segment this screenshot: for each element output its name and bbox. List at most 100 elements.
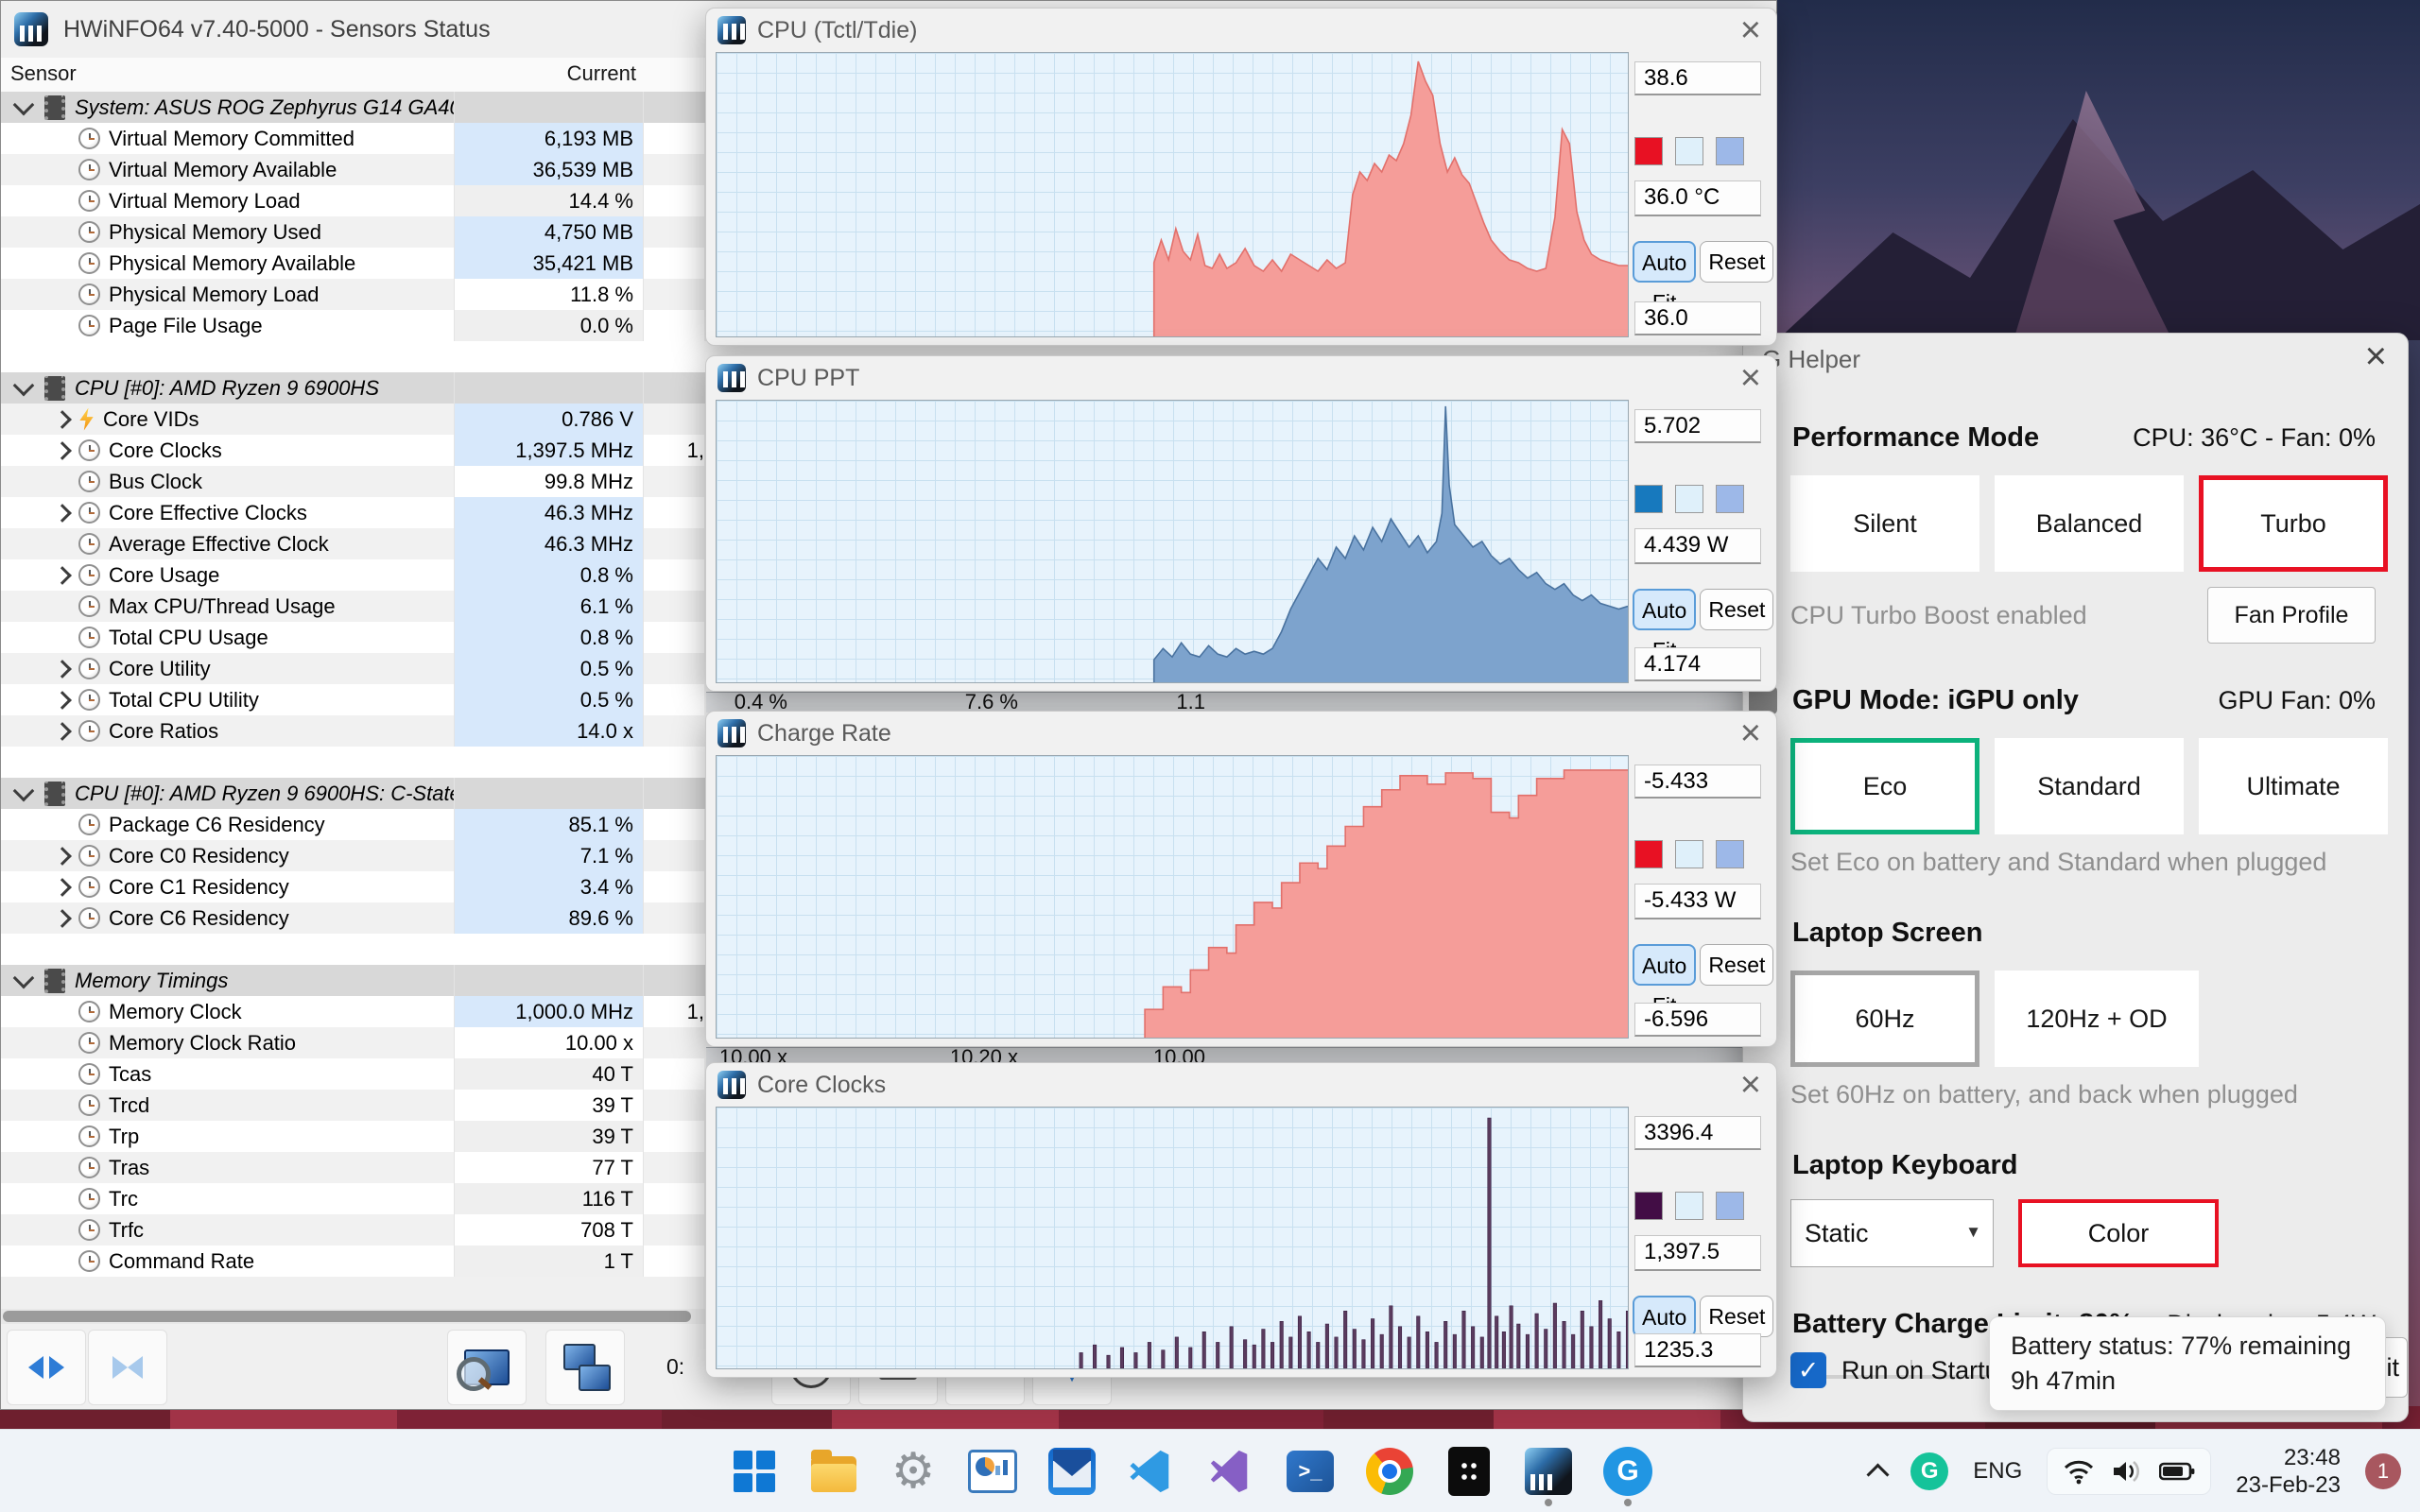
background-color-swatch[interactable] (1675, 1192, 1703, 1220)
sensor-extra-value (644, 871, 704, 902)
chevron-down-icon[interactable] (12, 780, 35, 801)
close-icon[interactable]: × (1740, 1065, 1761, 1105)
background-color-swatch[interactable] (1675, 485, 1703, 513)
reset-button[interactable]: Reset (1700, 1296, 1774, 1337)
series-color-swatch[interactable] (1634, 137, 1663, 165)
chevron-down-icon[interactable] (12, 374, 35, 396)
chrome-taskbar-icon[interactable] (1363, 1445, 1416, 1498)
graph-side-panel: 38.6 36.0 °C Auto FitReset 36.0 (1629, 56, 1774, 339)
run-on-startup-checkbox[interactable]: ✓ (1790, 1352, 1826, 1388)
chevron-right-icon[interactable] (53, 908, 72, 928)
keyboard-mode-dropdown[interactable]: Static ▼ (1790, 1199, 1994, 1267)
graph-titlebar[interactable]: Charge Rate × (706, 712, 1776, 755)
sensor-label: Virtual Memory Available (109, 158, 337, 181)
remote-app-taskbar-icon[interactable] (1443, 1445, 1495, 1498)
close-icon[interactable]: × (1740, 10, 1761, 50)
chevron-right-icon[interactable] (53, 721, 72, 741)
start-taskbar-icon[interactable] (728, 1445, 781, 1498)
auto-fit-button[interactable]: Auto Fit (1633, 944, 1697, 1018)
chevron-right-icon[interactable] (53, 565, 72, 585)
clock-icon (78, 190, 100, 212)
reset-button[interactable]: Reset (1700, 241, 1774, 283)
chevron-right-icon[interactable] (53, 409, 72, 429)
graph-titlebar[interactable]: Core Clocks × (706, 1063, 1776, 1107)
background-color-swatch[interactable] (1675, 137, 1703, 165)
auto-fit-button[interactable]: Auto Fit (1633, 1296, 1697, 1369)
option-button-eco[interactable]: Eco (1790, 738, 1979, 834)
grid-color-swatch[interactable] (1716, 485, 1744, 513)
chevron-right-icon[interactable] (53, 503, 72, 523)
chevron-down-icon[interactable] (12, 967, 35, 988)
grid-color-swatch[interactable] (1716, 1192, 1744, 1220)
mail-taskbar-icon[interactable] (1046, 1445, 1098, 1498)
option-button-balanced[interactable]: Balanced (1995, 475, 2184, 572)
sensor-label: Average Effective Clock (109, 532, 329, 556)
grid-color-swatch[interactable] (1716, 137, 1744, 165)
option-button-ultimate[interactable]: Ultimate (2199, 738, 2388, 834)
ghelper-taskbar-icon[interactable]: G (1601, 1445, 1654, 1506)
reset-button[interactable]: Reset (1700, 944, 1774, 986)
close-icon[interactable]: × (1740, 713, 1761, 753)
settings-taskbar-icon[interactable]: ⚙ (887, 1445, 940, 1498)
background-color-swatch[interactable] (1675, 840, 1703, 868)
sensor-extra-value (644, 684, 704, 715)
remote-monitoring-button[interactable] (545, 1330, 625, 1405)
screen-capture-button[interactable] (447, 1330, 527, 1405)
series-color-swatch[interactable] (1634, 840, 1663, 868)
sensor-current-value: 85.1 % (455, 809, 644, 840)
graph-plot-area[interactable] (716, 1107, 1629, 1369)
grid-color-swatch[interactable] (1716, 840, 1744, 868)
tray-status-group[interactable] (2047, 1448, 2212, 1495)
graph-plot-area[interactable] (716, 755, 1629, 1039)
graph-window-charge: Charge Rate×-5.433-5.433 WAuto FitReset-… (705, 711, 1777, 1047)
sensor-label: Physical Memory Used (109, 220, 321, 244)
graph-side-panel: 5.702 4.439 W Auto FitReset 4.174 (1629, 404, 1774, 685)
option-button-60hz[interactable]: 60Hz (1790, 971, 1979, 1067)
option-button-turbo[interactable]: Turbo (2199, 475, 2388, 572)
auto-fit-button[interactable]: Auto Fit (1633, 589, 1697, 662)
taskbar-clock[interactable]: 23:48 23-Feb-23 (2236, 1444, 2341, 1499)
system-monitor-taskbar-icon[interactable] (966, 1445, 1019, 1498)
chevron-right-icon[interactable] (53, 877, 72, 897)
graph-title: Charge Rate (757, 719, 891, 747)
grammarly-tray-icon[interactable]: G (1910, 1452, 1949, 1490)
clock-icon (78, 1219, 100, 1241)
sensor-column-header[interactable]: Sensor (10, 61, 77, 86)
chevron-down-icon[interactable] (12, 94, 35, 115)
series-color-swatch[interactable] (1634, 485, 1663, 513)
close-icon[interactable]: × (1740, 358, 1761, 398)
notification-badge[interactable]: 1 (2365, 1453, 2401, 1489)
fan-profile-button[interactable]: Fan Profile (2207, 587, 2376, 644)
scrollbar-thumb[interactable] (3, 1311, 691, 1322)
chevron-right-icon[interactable] (53, 440, 72, 460)
graph-titlebar[interactable]: CPU PPT × (706, 356, 1776, 400)
reset-button[interactable]: Reset (1700, 589, 1774, 630)
option-button-silent[interactable]: Silent (1790, 475, 1979, 572)
battery-status-line2: 9h 47min (2011, 1366, 2117, 1395)
vscode-taskbar-icon[interactable] (1125, 1445, 1178, 1498)
close-icon[interactable]: × (2365, 335, 2387, 378)
chevron-right-icon[interactable] (53, 690, 72, 710)
keyboard-color-button[interactable]: Color (2018, 1199, 2219, 1267)
current-column-header[interactable]: Current (455, 61, 636, 86)
clock-icon (78, 1001, 100, 1022)
chevron-right-icon[interactable] (53, 659, 72, 679)
file-explorer-taskbar-icon[interactable] (807, 1445, 860, 1498)
graph-plot-area[interactable] (716, 400, 1629, 683)
series-color-swatch[interactable] (1634, 1192, 1663, 1220)
hwinfo-taskbar-icon[interactable] (1522, 1445, 1575, 1506)
visual-studio-taskbar-icon[interactable] (1204, 1445, 1257, 1498)
sensor-label: Trfc (109, 1218, 145, 1242)
auto-fit-button[interactable]: Auto Fit (1633, 241, 1697, 315)
language-indicator[interactable]: ENG (1973, 1458, 2022, 1485)
powershell-taskbar-icon[interactable]: >_ (1284, 1445, 1337, 1498)
graph-titlebar[interactable]: CPU (Tctl/Tdie) × (706, 9, 1776, 52)
graph-plot-area[interactable] (716, 52, 1629, 337)
bolt-icon (79, 407, 94, 431)
chevron-right-icon[interactable] (53, 846, 72, 866)
option-button-standard[interactable]: Standard (1995, 738, 2184, 834)
expand-columns-button[interactable] (7, 1330, 86, 1405)
tray-overflow-chevron-icon[interactable] (1866, 1462, 1890, 1486)
collapse-columns-button[interactable] (88, 1330, 167, 1405)
option-button-120hz-od[interactable]: 120Hz + OD (1995, 971, 2199, 1067)
